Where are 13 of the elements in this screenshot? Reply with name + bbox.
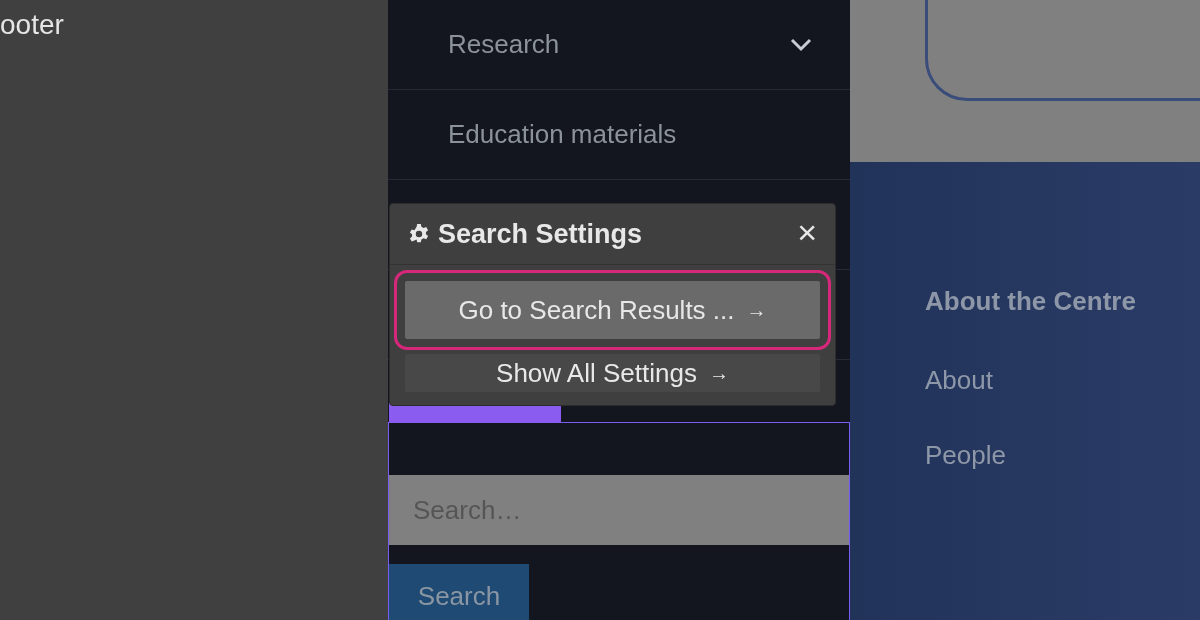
footer-link[interactable]: People	[925, 436, 1200, 476]
nav-link[interactable]: Research	[448, 25, 560, 64]
chevron-icon[interactable]	[790, 37, 812, 52]
popover-title: Search Settings	[438, 217, 643, 251]
footer-heading: About the Centre	[925, 286, 1137, 318]
settings-action-button[interactable]: Show All Settings →	[405, 354, 820, 392]
close-button[interactable]: ×	[797, 215, 817, 253]
settings-action-button[interactable]: Go to Search Results ... →	[405, 281, 820, 339]
footer-link[interactable]: About	[925, 361, 1200, 401]
settings-icon	[408, 223, 430, 245]
search-button[interactable]: Search	[389, 564, 529, 620]
panel-label: ooter	[0, 8, 64, 42]
nav-link[interactable]: Education materials	[448, 115, 677, 154]
